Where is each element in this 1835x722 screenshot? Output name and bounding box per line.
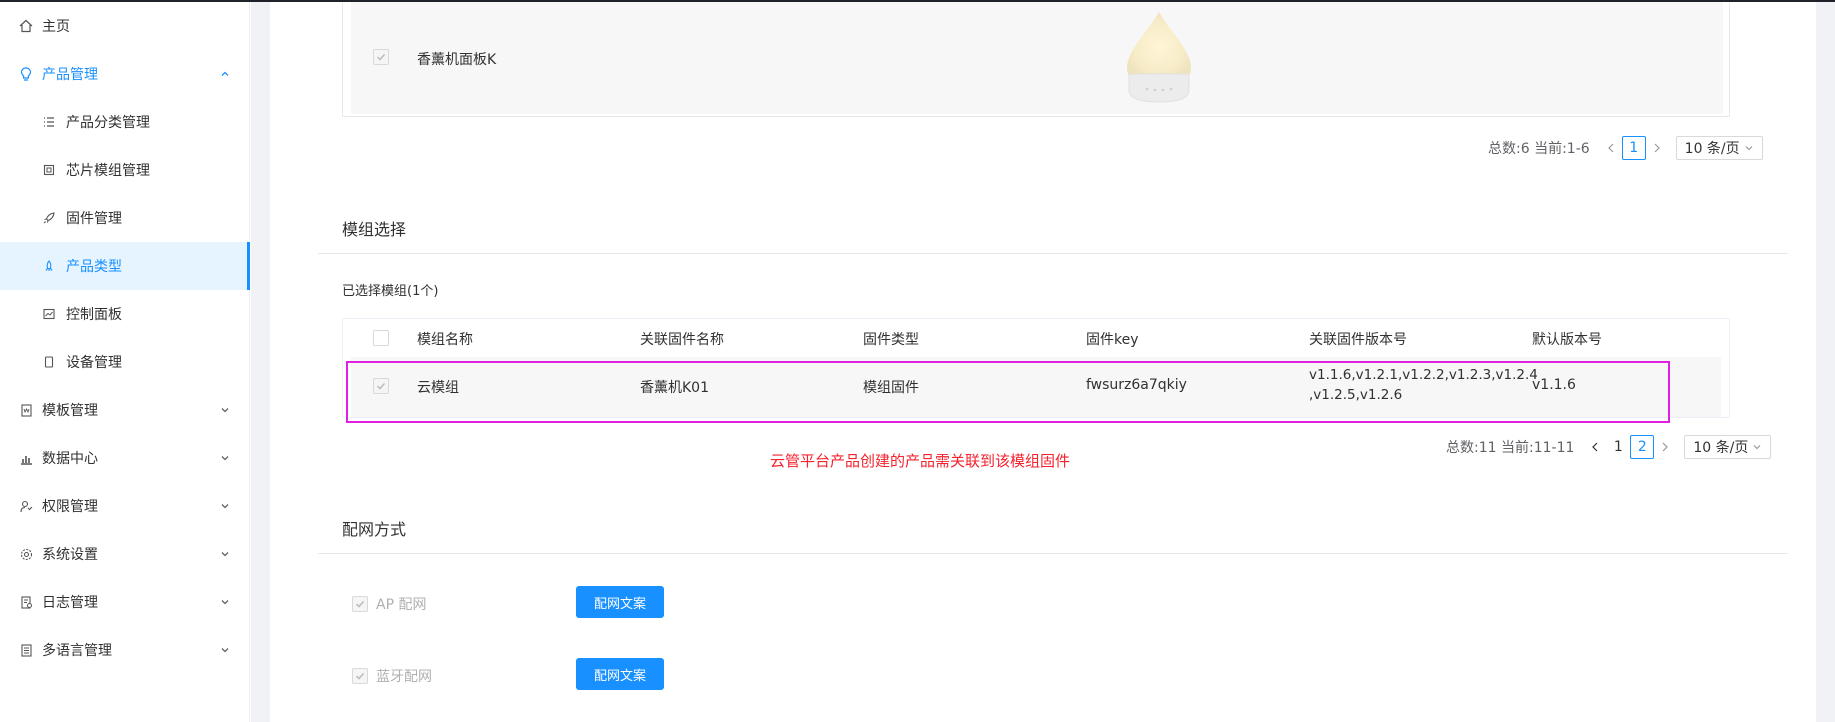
prev-page-icon[interactable] bbox=[1600, 137, 1622, 159]
chevron-up-icon bbox=[218, 67, 232, 81]
page-number-2[interactable]: 2 bbox=[1630, 435, 1655, 459]
column-header: 关联固件版本号 bbox=[1309, 332, 1407, 348]
sidebar-item-product-category[interactable]: 产品分类管理 bbox=[0, 98, 250, 146]
column-header: 模组名称 bbox=[417, 332, 473, 348]
network-copy-button-ap[interactable]: 配网文案 bbox=[576, 586, 664, 618]
sidebar-item-label: 产品类型 bbox=[66, 259, 122, 275]
pagination-modules: 总数:11 当前:11-11 1 2 10 条/页 bbox=[1446, 435, 1772, 459]
divider bbox=[318, 253, 1788, 254]
section-title-module: 模组选择 bbox=[342, 220, 407, 239]
sidebar-item-control-panel[interactable]: 控制面板 bbox=[0, 290, 250, 338]
sidebar-item-label: 产品管理 bbox=[42, 67, 98, 83]
pagination-summary: 总数:6 当前:1-6 bbox=[1488, 141, 1590, 157]
log-icon bbox=[18, 594, 34, 610]
sidebar-item-label: 权限管理 bbox=[42, 499, 98, 515]
sidebar-item-label: 控制面板 bbox=[66, 307, 122, 323]
lightbulb-icon bbox=[18, 66, 34, 82]
sidebar-item-firmware[interactable]: 固件管理 bbox=[0, 194, 250, 242]
sidebar-item-language[interactable]: 多语言管理 bbox=[0, 626, 250, 674]
product-name: 香薰机面板K bbox=[417, 52, 497, 68]
bluetooth-network-checkbox[interactable] bbox=[352, 668, 368, 684]
sidebar-item-chip-module[interactable]: 芯片模组管理 bbox=[0, 146, 250, 194]
list-icon bbox=[41, 114, 57, 130]
rocket-icon bbox=[41, 258, 57, 274]
pagination-summary: 总数:11 当前:11-11 bbox=[1446, 440, 1575, 456]
sidebar-item-system-settings[interactable]: 系统设置 bbox=[0, 530, 250, 578]
network-option-bluetooth: 蓝牙配网 bbox=[352, 666, 432, 686]
device-icon bbox=[41, 354, 57, 370]
table-header: 模组名称 关联固件名称 固件类型 固件key 关联固件版本号 默认版本号 bbox=[343, 319, 1729, 357]
next-page-icon[interactable] bbox=[1646, 137, 1668, 159]
page-number-1[interactable]: 1 bbox=[1621, 136, 1646, 160]
sidebar-item-template[interactable]: 模板管理 bbox=[0, 386, 250, 434]
sidebar-item-product-type[interactable]: 产品类型 bbox=[0, 242, 250, 290]
column-header: 固件类型 bbox=[863, 332, 919, 348]
page-size-value: 10 条/页 bbox=[1684, 141, 1740, 157]
column-header: 固件key bbox=[1086, 332, 1139, 348]
page-size-value: 10 条/页 bbox=[1693, 440, 1749, 456]
content-gutter-left bbox=[251, 2, 270, 722]
column-header: 默认版本号 bbox=[1532, 332, 1602, 348]
chevron-down-icon bbox=[218, 595, 232, 609]
bar-chart-icon bbox=[18, 450, 34, 466]
home-icon bbox=[18, 18, 34, 34]
sidebar-item-label: 数据中心 bbox=[42, 451, 98, 467]
page-size-select[interactable]: 10 条/页 bbox=[1684, 435, 1772, 459]
chevron-down-icon bbox=[218, 643, 232, 657]
prev-page-icon[interactable] bbox=[1584, 436, 1606, 458]
sidebar: 主页 产品管理 产品分类管理 芯片模组管理 固件管理 产品类型 控制面板 设备管… bbox=[0, 2, 250, 722]
sidebar-item-label: 系统设置 bbox=[42, 547, 98, 563]
chevron-down-icon bbox=[218, 547, 232, 561]
sidebar-item-label: 模板管理 bbox=[42, 403, 98, 419]
sidebar-item-log[interactable]: 日志管理 bbox=[0, 578, 250, 626]
sidebar-item-label: 主页 bbox=[42, 19, 70, 35]
chart-icon bbox=[41, 306, 57, 322]
language-icon bbox=[18, 642, 34, 658]
sidebar-item-label: 设备管理 bbox=[66, 355, 122, 371]
pagination-products: 总数:6 当前:1-6 1 10 条/页 bbox=[1488, 136, 1763, 160]
table-row[interactable]: 香薰机面板K bbox=[351, 2, 1723, 114]
product-image bbox=[1119, 10, 1199, 108]
sidebar-item-label: 产品分类管理 bbox=[66, 115, 150, 131]
page-size-select[interactable]: 10 条/页 bbox=[1675, 136, 1763, 160]
network-option-label: AP 配网 bbox=[376, 597, 427, 613]
selected-count: 已选择模组(1个) bbox=[342, 284, 439, 299]
template-icon bbox=[18, 402, 34, 418]
main-content: 香薰机面板K 总数:6 当前:1-6 1 10 条/页 模组选择 已选择模组(1… bbox=[270, 2, 1816, 722]
content-gutter-right bbox=[1816, 2, 1835, 722]
sidebar-item-label: 固件管理 bbox=[66, 211, 122, 227]
page-number-1[interactable]: 1 bbox=[1606, 435, 1630, 459]
sidebar-item-label: 日志管理 bbox=[42, 595, 98, 611]
section-title-network: 配网方式 bbox=[342, 520, 407, 539]
sidebar-item-home[interactable]: 主页 bbox=[0, 2, 250, 50]
chip-icon bbox=[41, 162, 57, 178]
rocket-icon bbox=[41, 210, 57, 226]
chevron-down-icon bbox=[1753, 445, 1761, 450]
network-option-label: 蓝牙配网 bbox=[376, 669, 432, 685]
chevron-down-icon bbox=[218, 451, 232, 465]
next-page-icon[interactable] bbox=[1654, 436, 1676, 458]
network-copy-button-bluetooth[interactable]: 配网文案 bbox=[576, 658, 664, 690]
divider bbox=[318, 553, 1788, 554]
sidebar-item-label: 多语言管理 bbox=[42, 643, 112, 659]
row-checkbox[interactable] bbox=[373, 49, 389, 65]
annotation-note: 云管平台产品创建的产品需关联到该模组固件 bbox=[770, 452, 1071, 470]
column-header: 关联固件名称 bbox=[640, 332, 724, 348]
chevron-down-icon bbox=[218, 499, 232, 513]
ap-network-checkbox[interactable] bbox=[352, 596, 368, 612]
user-permission-icon bbox=[18, 498, 34, 514]
sidebar-item-data-center[interactable]: 数据中心 bbox=[0, 434, 250, 482]
sidebar-item-product-management[interactable]: 产品管理 bbox=[0, 50, 250, 98]
highlight-annotation-box bbox=[346, 361, 1670, 423]
sidebar-item-label: 芯片模组管理 bbox=[66, 163, 150, 179]
network-option-ap: AP 配网 bbox=[352, 594, 426, 614]
chevron-down-icon bbox=[1745, 146, 1753, 151]
chevron-down-icon bbox=[218, 403, 232, 417]
product-table: 香薰机面板K bbox=[342, 2, 1730, 117]
sidebar-item-permission[interactable]: 权限管理 bbox=[0, 482, 250, 530]
select-all-checkbox[interactable] bbox=[373, 330, 389, 346]
sidebar-item-device[interactable]: 设备管理 bbox=[0, 338, 250, 386]
gear-icon bbox=[18, 546, 34, 562]
